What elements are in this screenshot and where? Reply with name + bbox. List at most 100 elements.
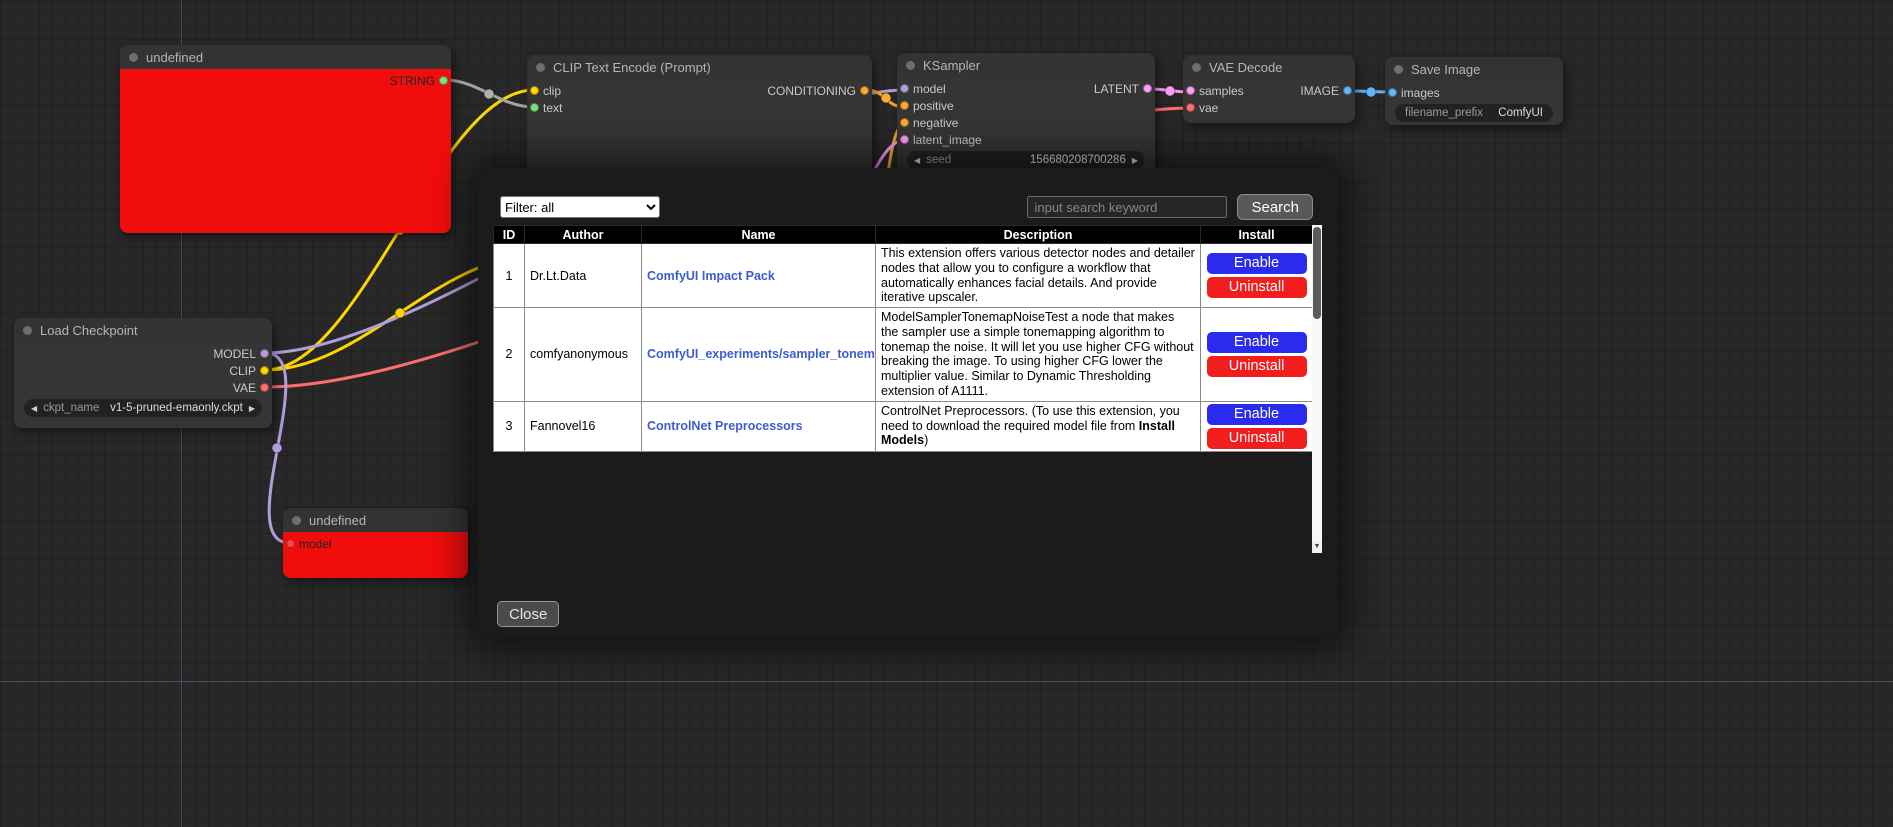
input-dot-vae[interactable] <box>1186 103 1195 112</box>
link-midpoint-dot[interactable] <box>395 308 405 318</box>
decrement-arrow-icon[interactable]: ◀ <box>914 156 920 165</box>
slot-label: images <box>1401 86 1440 100</box>
collapse-dot-icon[interactable] <box>23 326 32 335</box>
node-ksampler[interactable]: KSampler model LATENT positive <box>897 53 1155 183</box>
link-midpoint-dot[interactable] <box>272 443 282 453</box>
input-dot-images[interactable] <box>1388 88 1397 97</box>
table-scrollbar[interactable]: ▼ <box>1312 225 1322 553</box>
input-slot-images: images <box>1388 86 1440 100</box>
input-dot-model[interactable] <box>900 84 909 93</box>
extension-name-link[interactable]: ComfyUI_experiments/sampler_tonemap <box>647 347 876 361</box>
extension-name-link[interactable]: ComfyUI Impact Pack <box>647 269 775 283</box>
slot-label: model <box>913 82 946 96</box>
table-row: 2comfyanonymousComfyUI_experiments/sampl… <box>494 308 1313 402</box>
enable-button[interactable]: Enable <box>1207 404 1307 425</box>
node-title: Save Image <box>1411 62 1480 77</box>
input-dot-text[interactable] <box>530 103 539 112</box>
collapse-dot-icon[interactable] <box>292 516 301 525</box>
slot-label: negative <box>913 116 958 130</box>
output-dot-string[interactable] <box>439 76 448 85</box>
enable-button[interactable]: Enable <box>1207 332 1307 353</box>
decrement-arrow-icon[interactable]: ◀ <box>31 404 37 413</box>
enable-button[interactable]: Enable <box>1207 253 1307 274</box>
scrollbar-down-button[interactable]: ▼ <box>1312 541 1322 553</box>
node-header[interactable]: undefined <box>120 45 451 69</box>
column-header: Description <box>876 226 1201 244</box>
collapse-dot-icon[interactable] <box>129 53 138 62</box>
node-header[interactable]: VAE Decode <box>1183 55 1355 79</box>
output-dot-clip[interactable] <box>260 366 269 375</box>
link-midpoint-dot[interactable] <box>881 93 891 103</box>
input-dot-latent-image[interactable] <box>900 135 909 144</box>
extension-name-cell: ComfyUI_experiments/sampler_tonemap <box>642 308 876 402</box>
uninstall-button[interactable]: Uninstall <box>1207 356 1307 377</box>
link-midpoint-dot[interactable] <box>484 89 494 99</box>
input-slot-model: model <box>900 82 946 96</box>
node-header[interactable]: undefined <box>283 508 468 532</box>
node-undefined-top[interactable]: undefined STRING <box>120 45 451 233</box>
collapse-dot-icon[interactable] <box>1192 63 1201 72</box>
widget-value: ComfyUI <box>1498 107 1543 119</box>
scrollbar-thumb[interactable] <box>1313 227 1321 319</box>
increment-arrow-icon[interactable]: ▶ <box>249 404 255 413</box>
input-slot-samples: samples <box>1186 84 1244 98</box>
node-undefined-bottom[interactable]: undefined model <box>283 508 468 578</box>
filename-prefix-widget[interactable]: filename_prefix ComfyUI <box>1395 104 1553 122</box>
search-button[interactable]: Search <box>1237 194 1313 220</box>
node-load-checkpoint[interactable]: Load Checkpoint MODEL CLIP VAE <box>14 318 272 428</box>
collapse-dot-icon[interactable] <box>536 63 545 72</box>
input-slot-clip: clip <box>530 84 561 98</box>
slot-label: latent_image <box>913 133 982 147</box>
link-midpoint-dot[interactable] <box>1165 86 1175 96</box>
input-dot-model[interactable] <box>286 539 295 548</box>
input-slot-text: text <box>530 101 562 115</box>
extension-name-link[interactable]: ControlNet Preprocessors <box>647 419 803 433</box>
collapse-dot-icon[interactable] <box>1394 65 1403 74</box>
uninstall-button[interactable]: Uninstall <box>1207 428 1307 449</box>
output-dot-conditioning[interactable] <box>860 86 869 95</box>
output-dot-latent[interactable] <box>1143 84 1152 93</box>
output-dot-model[interactable] <box>260 349 269 358</box>
uninstall-button[interactable]: Uninstall <box>1207 277 1307 298</box>
extension-name-cell: ControlNet Preprocessors <box>642 401 876 451</box>
node-header[interactable]: Save Image <box>1385 57 1563 81</box>
input-slot-model: model <box>286 537 332 551</box>
table-row: 3Fannovel16ControlNet PreprocessorsContr… <box>494 401 1313 451</box>
input-dot-samples[interactable] <box>1186 86 1195 95</box>
slot-label: STRING <box>390 74 435 88</box>
collapse-dot-icon[interactable] <box>906 61 915 70</box>
table-header-row: IDAuthorNameDescriptionInstall <box>494 226 1313 244</box>
increment-arrow-icon[interactable]: ▶ <box>1132 156 1138 165</box>
output-dot-image[interactable] <box>1343 86 1352 95</box>
node-header[interactable]: CLIP Text Encode (Prompt) <box>527 55 872 79</box>
node-header[interactable]: KSampler <box>897 53 1155 77</box>
node-vae-decode[interactable]: VAE Decode samples IMAGE vae <box>1183 55 1355 123</box>
slot-label: positive <box>913 99 954 113</box>
node-title: CLIP Text Encode (Prompt) <box>553 60 711 75</box>
node-header[interactable]: Load Checkpoint <box>14 318 272 342</box>
slot-label: CLIP <box>229 364 256 378</box>
close-button[interactable]: Close <box>497 601 559 627</box>
input-dot-negative[interactable] <box>900 118 909 127</box>
extension-id: 1 <box>494 244 525 308</box>
extensions-grid: IDAuthorNameDescriptionInstall 1Dr.Lt.Da… <box>493 225 1322 553</box>
link-midpoint-dot[interactable] <box>1366 87 1376 97</box>
output-slot-model: MODEL <box>213 347 269 361</box>
table-body: 1Dr.Lt.DataComfyUI Impact PackThis exten… <box>494 244 1313 452</box>
comfyui-canvas[interactable]: undefined STRING CLIP Text Encode (Promp… <box>0 0 1893 827</box>
input-dot-clip[interactable] <box>530 86 539 95</box>
extension-author: comfyanonymous <box>525 308 642 402</box>
node-clip-text-encode[interactable]: CLIP Text Encode (Prompt) clip CONDITION… <box>527 55 872 185</box>
node-save-image[interactable]: Save Image images filename_prefix ComfyU… <box>1385 57 1563 125</box>
output-slot-clip: CLIP <box>229 364 269 378</box>
ckpt-name-widget[interactable]: ◀ ckpt_name v1-5-pruned-emaonly.ckpt ▶ <box>24 399 262 417</box>
node-title: undefined <box>309 513 366 528</box>
seed-widget[interactable]: ◀ seed 156680208700286 ▶ <box>907 151 1145 169</box>
extension-name-cell: ComfyUI Impact Pack <box>642 244 876 308</box>
filter-select[interactable]: Filter: all <box>500 196 660 218</box>
output-dot-vae[interactable] <box>260 383 269 392</box>
manager-dialog: Filter: all Search IDAuthorNameDescripti… <box>478 168 1338 638</box>
search-input[interactable] <box>1027 196 1227 218</box>
input-dot-positive[interactable] <box>900 101 909 110</box>
output-slot-image: IMAGE <box>1300 84 1352 98</box>
